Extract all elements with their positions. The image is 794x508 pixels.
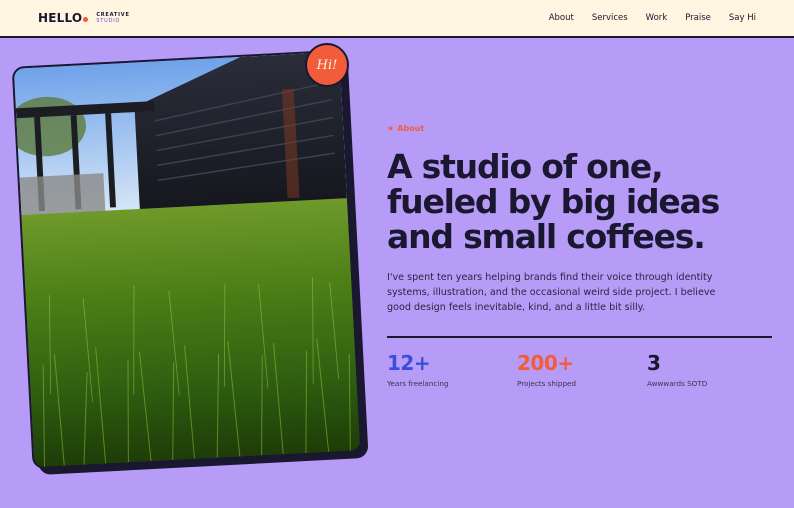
stat-value: 200+ bbox=[517, 351, 574, 375]
brand-dot bbox=[83, 17, 89, 22]
stat-value: 3 bbox=[647, 351, 661, 375]
divider bbox=[387, 336, 772, 338]
stat-projects: 200+ Projects shipped bbox=[517, 352, 647, 388]
nav-link-work[interactable]: Work bbox=[646, 13, 668, 23]
nav-link-about[interactable]: About bbox=[549, 13, 574, 23]
page-headline: A studio of one, fueled by big ideas and… bbox=[387, 147, 720, 256]
stat-years: 12+ Years freelancing bbox=[387, 352, 517, 388]
hi-badge-text: Hi! bbox=[316, 57, 338, 73]
brand-logo[interactable]: HELLO CREATIVE STUDIO bbox=[38, 11, 130, 25]
stat-awards: 3 Awwwards SOTD bbox=[647, 352, 777, 388]
hero-photo-frame bbox=[11, 49, 369, 476]
stat-label: Years freelancing bbox=[387, 379, 449, 388]
stat-label: Projects shipped bbox=[517, 379, 577, 388]
nav-links: About Services Work Praise Say Hi bbox=[549, 13, 756, 23]
brand-tagline: CREATIVE STUDIO bbox=[96, 12, 129, 24]
nav-link-say-hi[interactable]: Say Hi bbox=[729, 13, 756, 23]
grass-photo-illustration bbox=[13, 51, 361, 468]
brand-tagline-line-2: STUDIO bbox=[96, 18, 121, 24]
hi-badge: Hi! bbox=[305, 43, 349, 87]
stat-label: Awwwards SOTD bbox=[647, 379, 708, 388]
intro-paragraph: I've spent ten years helping brands find… bbox=[387, 272, 716, 313]
brand-name: HELLO bbox=[38, 11, 89, 25]
top-nav: HELLO CREATIVE STUDIO About Services Wor… bbox=[0, 0, 794, 38]
hero-photo bbox=[11, 49, 363, 470]
section-eyebrow: ★ About bbox=[387, 124, 777, 133]
stats-row: 12+ Years freelancing 200+ Projects ship… bbox=[387, 352, 777, 388]
nav-link-services[interactable]: Services bbox=[592, 13, 628, 23]
nav-link-praise[interactable]: Praise bbox=[685, 13, 711, 23]
star-icon: ★ bbox=[387, 124, 395, 133]
stat-value: 12+ bbox=[387, 351, 431, 375]
about-section: ★ About A studio of one, fueled by big i… bbox=[387, 124, 777, 388]
eyebrow-label: About bbox=[397, 124, 425, 133]
